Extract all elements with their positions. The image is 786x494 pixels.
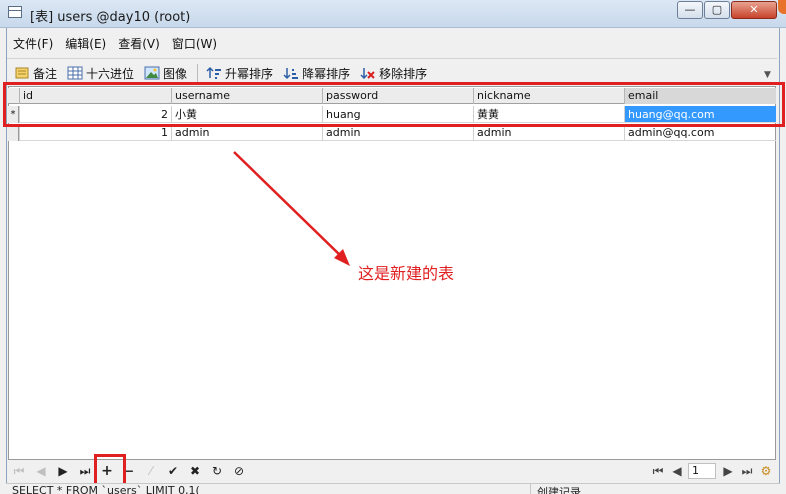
menu-divider [7,58,777,59]
window-title: [表] users @day10 (root) [30,10,191,25]
remove-sort-button[interactable]: 移除排序 [360,65,427,82]
statusbar: SELECT * FROM `users` LIMIT 0,1( 创建记录 [6,483,780,494]
highlight-box [3,82,785,127]
first-page-icon[interactable]: ⏮ [650,464,666,479]
maximize-button[interactable]: ▢ [704,1,730,19]
stop-button[interactable]: ⊘ [228,464,250,478]
minimize-button[interactable]: — [677,1,703,19]
menubar: 文件(F) 编辑(E) 查看(V) 窗口(W) [7,32,223,54]
last-page-icon[interactable]: ⏭ [739,464,755,479]
edit-record-button[interactable]: ⁄ [140,464,162,478]
status-sql: SELECT * FROM `users` LIMIT 0,1( [12,484,200,494]
prev-page-icon[interactable]: ◀ [669,464,685,478]
window-titlebar[interactable]: [表] users @day10 (root) — ▢ ✕ [0,0,786,28]
image-label: 图像 [163,66,188,81]
apply-changes-button[interactable]: ✔ [162,464,184,478]
image-button[interactable]: 图像 [144,65,187,82]
sort-ascending-button[interactable]: 升幂排序 [206,65,273,82]
sort-ascending-icon [206,66,222,80]
page-number-input[interactable]: 1 [688,463,716,479]
sort-descending-icon [283,66,299,80]
menu-view[interactable]: 查看(V) [112,32,166,54]
last-record-button[interactable]: ⏭ [74,464,96,479]
status-mode: 创建记录 [530,484,581,494]
toolbar: 备注 十六进位 图像 升幂排序 降幂排序 移除排序 [14,62,437,84]
next-page-icon[interactable]: ▶ [720,464,736,478]
remove-sort-icon [360,66,376,80]
sort-descending-label: 降幂排序 [302,66,351,81]
memo-icon [14,66,30,80]
image-icon [144,66,160,80]
table-icon [8,6,22,18]
menu-edit[interactable]: 编辑(E) [59,32,112,54]
hex-grid-icon [67,66,83,80]
close-button[interactable]: ✕ [731,1,777,19]
prev-record-button[interactable]: ◀ [30,464,52,478]
annotation-text: 这是新建的表 [358,264,455,283]
refresh-button[interactable]: ↻ [206,464,228,478]
toolbar-chevron-icon[interactable]: ▼ [764,70,771,80]
pager: ⏮ ◀ 1 ▶ ⏭ ⚙ [650,461,777,481]
discard-changes-button[interactable]: ✖ [184,464,206,478]
hex-label: 十六进位 [86,66,135,81]
memo-label: 备注 [33,66,58,81]
hex-button[interactable]: 十六进位 [67,65,134,82]
memo-button[interactable]: 备注 [14,65,57,82]
corner-decoration [778,0,786,14]
settings-icon[interactable]: ⚙ [758,464,774,478]
menu-file[interactable]: 文件(F) [7,32,59,54]
toolbar-divider [197,64,199,82]
first-record-button[interactable]: ⏮ [8,464,30,479]
menu-window[interactable]: 窗口(W) [166,32,223,54]
next-record-button[interactable]: ▶ [52,464,74,478]
sort-ascending-label: 升幂排序 [225,66,274,81]
remove-sort-label: 移除排序 [379,66,428,81]
sort-descending-button[interactable]: 降幂排序 [283,65,350,82]
